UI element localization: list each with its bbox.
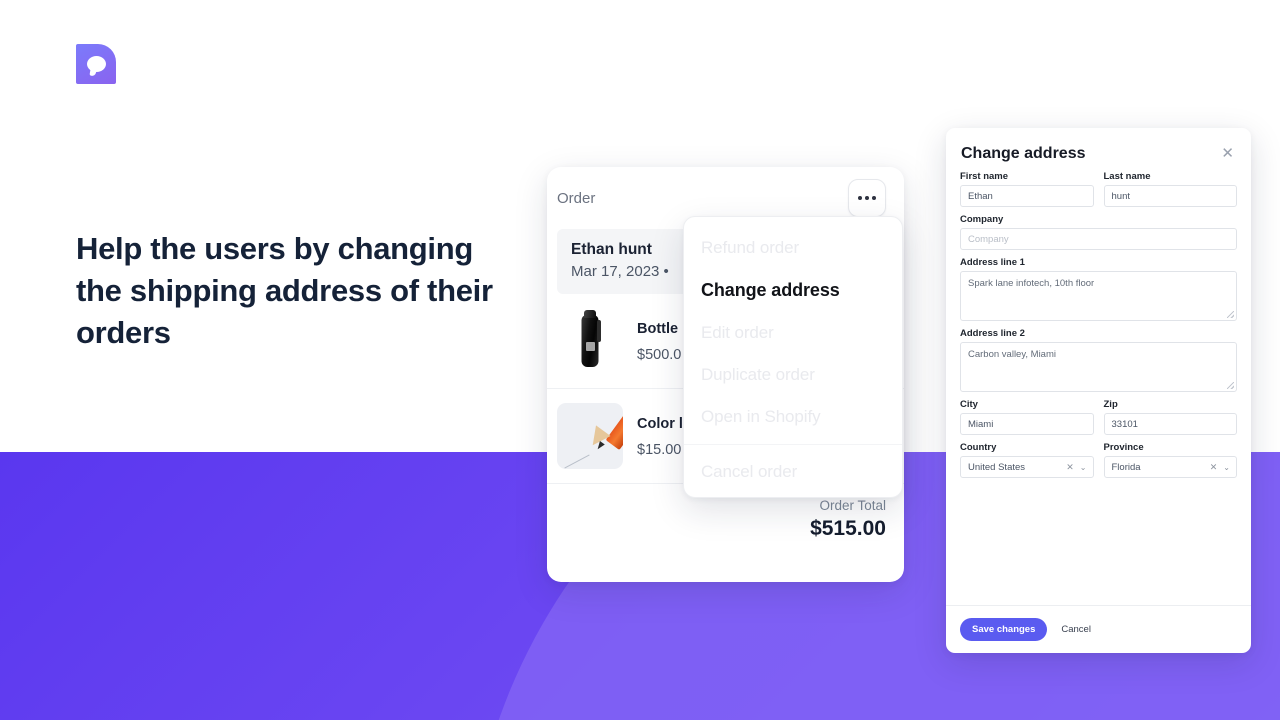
address-line-1-field-group: Address line 1 Spark lane infotech, 10th… [960, 257, 1237, 321]
page-title: Help the users by changing the shipping … [76, 231, 493, 350]
country-label: Country [960, 442, 997, 453]
address-line-2-textarea[interactable]: Carbon valley, Miami [960, 342, 1237, 392]
ellipsis-icon-dot [872, 196, 876, 200]
country-field-group: Country United States ✕ ⌄ [960, 442, 1094, 478]
province-selected-value: Florida [1111, 461, 1141, 473]
page-root: Help the users by changing the shipping … [0, 0, 1280, 720]
order-total-label: Order Total [819, 498, 886, 513]
address-line-1-label: Address line 1 [960, 257, 1025, 268]
close-icon[interactable]: ✕ [1219, 144, 1236, 163]
menu-item-change-address[interactable]: Change address [684, 269, 902, 312]
bottle-label [586, 342, 595, 351]
first-name-input[interactable]: Ethan [960, 185, 1094, 207]
panel-body: First name Ethan Last name hunt Company … [946, 171, 1251, 605]
province-label: Province [1103, 442, 1144, 453]
address-line-1-textarea[interactable]: Spark lane infotech, 10th floor [960, 271, 1237, 321]
company-input[interactable]: Company [960, 228, 1237, 250]
clear-icon[interactable]: ✕ [1210, 462, 1218, 473]
zip-input[interactable]: 33101 [1103, 413, 1237, 435]
speech-bubble-icon [86, 56, 106, 72]
order-actions-menu: Refund order Change address Edit order D… [683, 216, 903, 498]
menu-item-refund-order[interactable]: Refund order [684, 227, 902, 269]
last-name-label: Last name [1103, 171, 1151, 182]
menu-item-duplicate-order[interactable]: Duplicate order [684, 354, 902, 396]
country-selected-value: United States [968, 461, 1026, 473]
first-name-label: First name [960, 171, 1009, 182]
country-province-row: Country United States ✕ ⌄ Province Flori… [960, 442, 1237, 485]
menu-item-edit-order[interactable]: Edit order [684, 312, 902, 354]
black-bottle-photo [557, 308, 623, 374]
change-address-panel: Change address ✕ First name Ethan Last n… [946, 128, 1251, 653]
zip-label: Zip [1103, 399, 1118, 410]
address-line-2-field-group: Address line 2 Carbon valley, Miami [960, 328, 1237, 392]
chevron-down-icon[interactable]: ⌄ [1223, 463, 1230, 472]
bottle-body [581, 315, 599, 367]
speech-bubble-logo [76, 44, 116, 84]
first-name-field-group: First name Ethan [960, 171, 1094, 207]
company-label: Company [960, 214, 1004, 225]
address-line-2-label: Address line 2 [960, 328, 1025, 339]
pencil-art [557, 403, 623, 469]
cancel-button[interactable]: Cancel [1061, 624, 1091, 635]
pencil-body [605, 403, 623, 450]
ellipsis-icon-dot [858, 196, 862, 200]
company-field-group: Company Company [960, 214, 1237, 250]
last-name-field-group: Last name hunt [1103, 171, 1237, 207]
city-zip-row: City Miami Zip 33101 [960, 399, 1237, 442]
save-changes-button[interactable]: Save changes [960, 618, 1048, 641]
province-select[interactable]: Florida ✕ ⌄ [1103, 456, 1237, 478]
menu-item-open-in-shopify[interactable]: Open in Shopify [684, 396, 902, 438]
menu-divider [684, 444, 902, 445]
ellipsis-icon-dot [865, 196, 869, 200]
order-actions-button[interactable] [848, 179, 886, 217]
zip-field-group: Zip 33101 [1103, 399, 1237, 435]
order-total-value: $515.00 [810, 517, 886, 540]
bottle-cap [584, 310, 596, 318]
color-pencil-photo [557, 403, 623, 469]
pencil-stroke [564, 454, 590, 469]
bottle-clip [597, 320, 601, 342]
clear-icon[interactable]: ✕ [1066, 462, 1074, 473]
last-name-input[interactable]: hunt [1103, 185, 1237, 207]
city-field-group: City Miami [960, 399, 1094, 435]
panel-title: Change address [961, 144, 1086, 162]
menu-item-cancel-order[interactable]: Cancel order [684, 451, 902, 493]
panel-header: Change address ✕ [946, 128, 1251, 171]
city-label: City [960, 399, 978, 410]
chevron-down-icon[interactable]: ⌄ [1080, 463, 1087, 472]
province-field-group: Province Florida ✕ ⌄ [1103, 442, 1237, 478]
country-select[interactable]: United States ✕ ⌄ [960, 456, 1094, 478]
panel-footer: Save changes Cancel [946, 605, 1251, 653]
name-row: First name Ethan Last name hunt [960, 171, 1237, 214]
order-card-title: Order [557, 189, 596, 207]
city-input[interactable]: Miami [960, 413, 1094, 435]
